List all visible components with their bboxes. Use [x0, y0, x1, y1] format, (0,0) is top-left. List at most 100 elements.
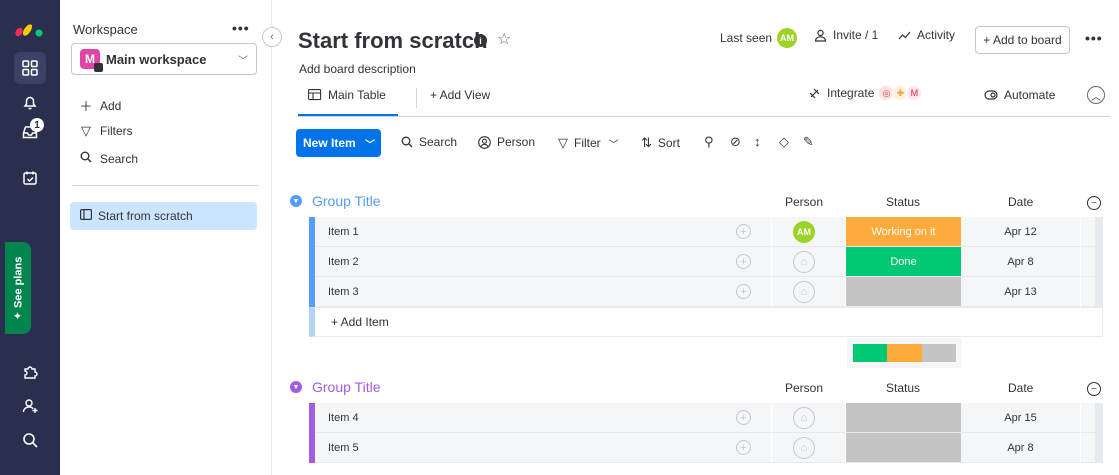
add-column-button[interactable]: −	[1087, 196, 1101, 210]
person-empty-icon[interactable]: ⌂	[793, 281, 815, 303]
search-icon	[401, 136, 413, 148]
toolbar-person-button[interactable]: Person	[478, 135, 535, 149]
chevron-down-icon[interactable]: ﹀	[359, 136, 381, 151]
workspace-avatar: M	[80, 49, 103, 72]
add-column-icon: −	[1091, 197, 1097, 209]
date-cell[interactable]: Apr 8	[961, 247, 1080, 276]
add-subitem-icon[interactable]: +	[736, 284, 751, 299]
date-cell[interactable]: Apr 13	[961, 277, 1080, 306]
table-row[interactable]: Item 1 + AM Working on it Apr 12	[309, 217, 1103, 247]
group-header[interactable]: ▼ Group Title	[290, 379, 380, 395]
invite-members-button[interactable]	[14, 390, 46, 422]
tab-main-table[interactable]: Main Table	[298, 88, 398, 116]
row-height-icon[interactable]: ↕	[754, 134, 761, 149]
date-cell[interactable]: Apr 12	[961, 217, 1080, 246]
group-collapse-icon[interactable]: ▼	[290, 381, 302, 393]
invite-button[interactable]: Invite / 1	[814, 28, 878, 42]
add-subitem-icon[interactable]: +	[736, 224, 751, 239]
item-name[interactable]: Item 3	[328, 286, 359, 298]
item-name[interactable]: Item 5	[328, 442, 359, 454]
toolbar-search-button[interactable]: Search	[401, 135, 457, 149]
integrate-button[interactable]: Integrate ◎ ✚ M	[808, 85, 923, 101]
inbox-button[interactable]: 1	[14, 116, 46, 148]
item-name[interactable]: Item 1	[328, 226, 359, 238]
chevron-down-icon[interactable]: ﹀	[609, 136, 619, 151]
workspace-add-button[interactable]: ＋ Add	[78, 96, 121, 115]
activity-button[interactable]: Activity	[898, 28, 955, 42]
summary-segment-empty	[921, 344, 956, 362]
notifications-button[interactable]	[14, 86, 46, 118]
person-avatar[interactable]: AM	[793, 221, 815, 243]
status-summary[interactable]	[847, 338, 962, 368]
group-title[interactable]: Group Title	[312, 193, 380, 209]
monday-logo-icon[interactable]	[14, 18, 44, 38]
workspace-filters-button[interactable]: ▽ Filters	[78, 123, 133, 139]
add-subitem-icon[interactable]: +	[736, 254, 751, 269]
group-header[interactable]: ▼ Group Title	[290, 193, 380, 209]
summary-segment-done	[853, 344, 888, 362]
table-row[interactable]: Item 5 + ⌂ Apr 8	[309, 433, 1103, 463]
add-column-icon: −	[1091, 383, 1097, 395]
date-cell[interactable]: Apr 15	[961, 403, 1080, 432]
workspace-selector[interactable]: M Main workspace ﹀	[71, 43, 257, 75]
group-title[interactable]: Group Title	[312, 379, 380, 395]
workspace-board-item[interactable]: Start from scratch	[70, 202, 257, 230]
chevron-up-icon: ︿	[1091, 91, 1101, 103]
apps-marketplace-button[interactable]	[14, 356, 46, 388]
status-cell[interactable]	[846, 277, 961, 306]
paint-bucket-icon[interactable]: ◇	[779, 134, 789, 150]
person-empty-icon[interactable]: ⌂	[793, 251, 815, 273]
workspace-search-button[interactable]: Search	[78, 151, 138, 166]
date-cell[interactable]: Apr 8	[961, 433, 1080, 462]
add-to-board-button[interactable]: + Add to board	[975, 26, 1070, 54]
add-item-input[interactable]: + Add Item	[315, 315, 389, 329]
toolbar-filter-button[interactable]: ▽ Filter ﹀	[558, 135, 619, 151]
board-description[interactable]: Add board description	[299, 62, 416, 76]
board-more-button[interactable]: •••	[1085, 30, 1103, 46]
table-row[interactable]: Item 4 + ⌂ Apr 15	[309, 403, 1103, 433]
sparkle-icon: ✦	[12, 307, 25, 320]
status-cell[interactable]	[846, 433, 961, 462]
apps-grid-button[interactable]	[14, 52, 46, 84]
toolbar-sort-button[interactable]: ⇅ Sort	[641, 135, 680, 151]
workspace-more-button[interactable]: •••	[232, 20, 250, 36]
table-row[interactable]: Item 2 + ⌂ Done Apr 8	[309, 247, 1103, 277]
column-header-status[interactable]: Status	[886, 195, 920, 209]
board-title[interactable]: Start from scratch	[298, 28, 488, 54]
board-icon	[80, 209, 93, 223]
star-icon[interactable]: ☆	[497, 29, 511, 49]
column-header-date[interactable]: Date	[1008, 195, 1033, 209]
table-row[interactable]: Item 3 + ⌂ Apr 13	[309, 277, 1103, 307]
person-empty-icon[interactable]: ⌂	[793, 407, 815, 429]
column-header-person[interactable]: Person	[785, 195, 823, 209]
tab-add-view[interactable]: + Add View	[430, 88, 490, 102]
eye-off-icon[interactable]: ⊘	[730, 134, 741, 150]
tab-separator	[416, 88, 417, 108]
automate-button[interactable]: Automate	[984, 88, 1055, 102]
add-item-row[interactable]: + Add Item	[309, 307, 1103, 337]
search-icon	[78, 151, 94, 166]
new-item-button[interactable]: New Item ﹀	[296, 129, 381, 157]
my-work-button[interactable]	[14, 162, 46, 194]
collapse-header-button[interactable]: ︿	[1087, 86, 1105, 104]
add-subitem-icon[interactable]: +	[736, 410, 751, 425]
group-collapse-icon[interactable]: ▼	[290, 195, 302, 207]
status-cell[interactable]	[846, 403, 961, 432]
see-plans-button[interactable]: ✦ See plans	[5, 242, 31, 334]
info-icon[interactable]: i	[474, 34, 487, 47]
add-column-button[interactable]: −	[1087, 382, 1101, 396]
pencil-icon[interactable]: ✎	[803, 134, 814, 150]
pin-icon[interactable]: ⚲	[704, 134, 714, 150]
view-tabs: Main Table + Add View Integrate ◎ ✚ M Au…	[298, 84, 1110, 117]
column-header-person[interactable]: Person	[785, 381, 823, 395]
item-name[interactable]: Item 4	[328, 412, 359, 424]
column-header-date[interactable]: Date	[1008, 381, 1033, 395]
column-header-status[interactable]: Status	[886, 381, 920, 395]
add-subitem-icon[interactable]: +	[736, 440, 751, 455]
status-cell[interactable]: Done	[846, 247, 961, 276]
status-cell[interactable]: Working on it	[846, 217, 961, 246]
global-search-button[interactable]	[14, 424, 46, 456]
person-empty-icon[interactable]: ⌂	[793, 437, 815, 459]
last-seen[interactable]: Last seen AM	[720, 28, 798, 48]
item-name[interactable]: Item 2	[328, 256, 359, 268]
